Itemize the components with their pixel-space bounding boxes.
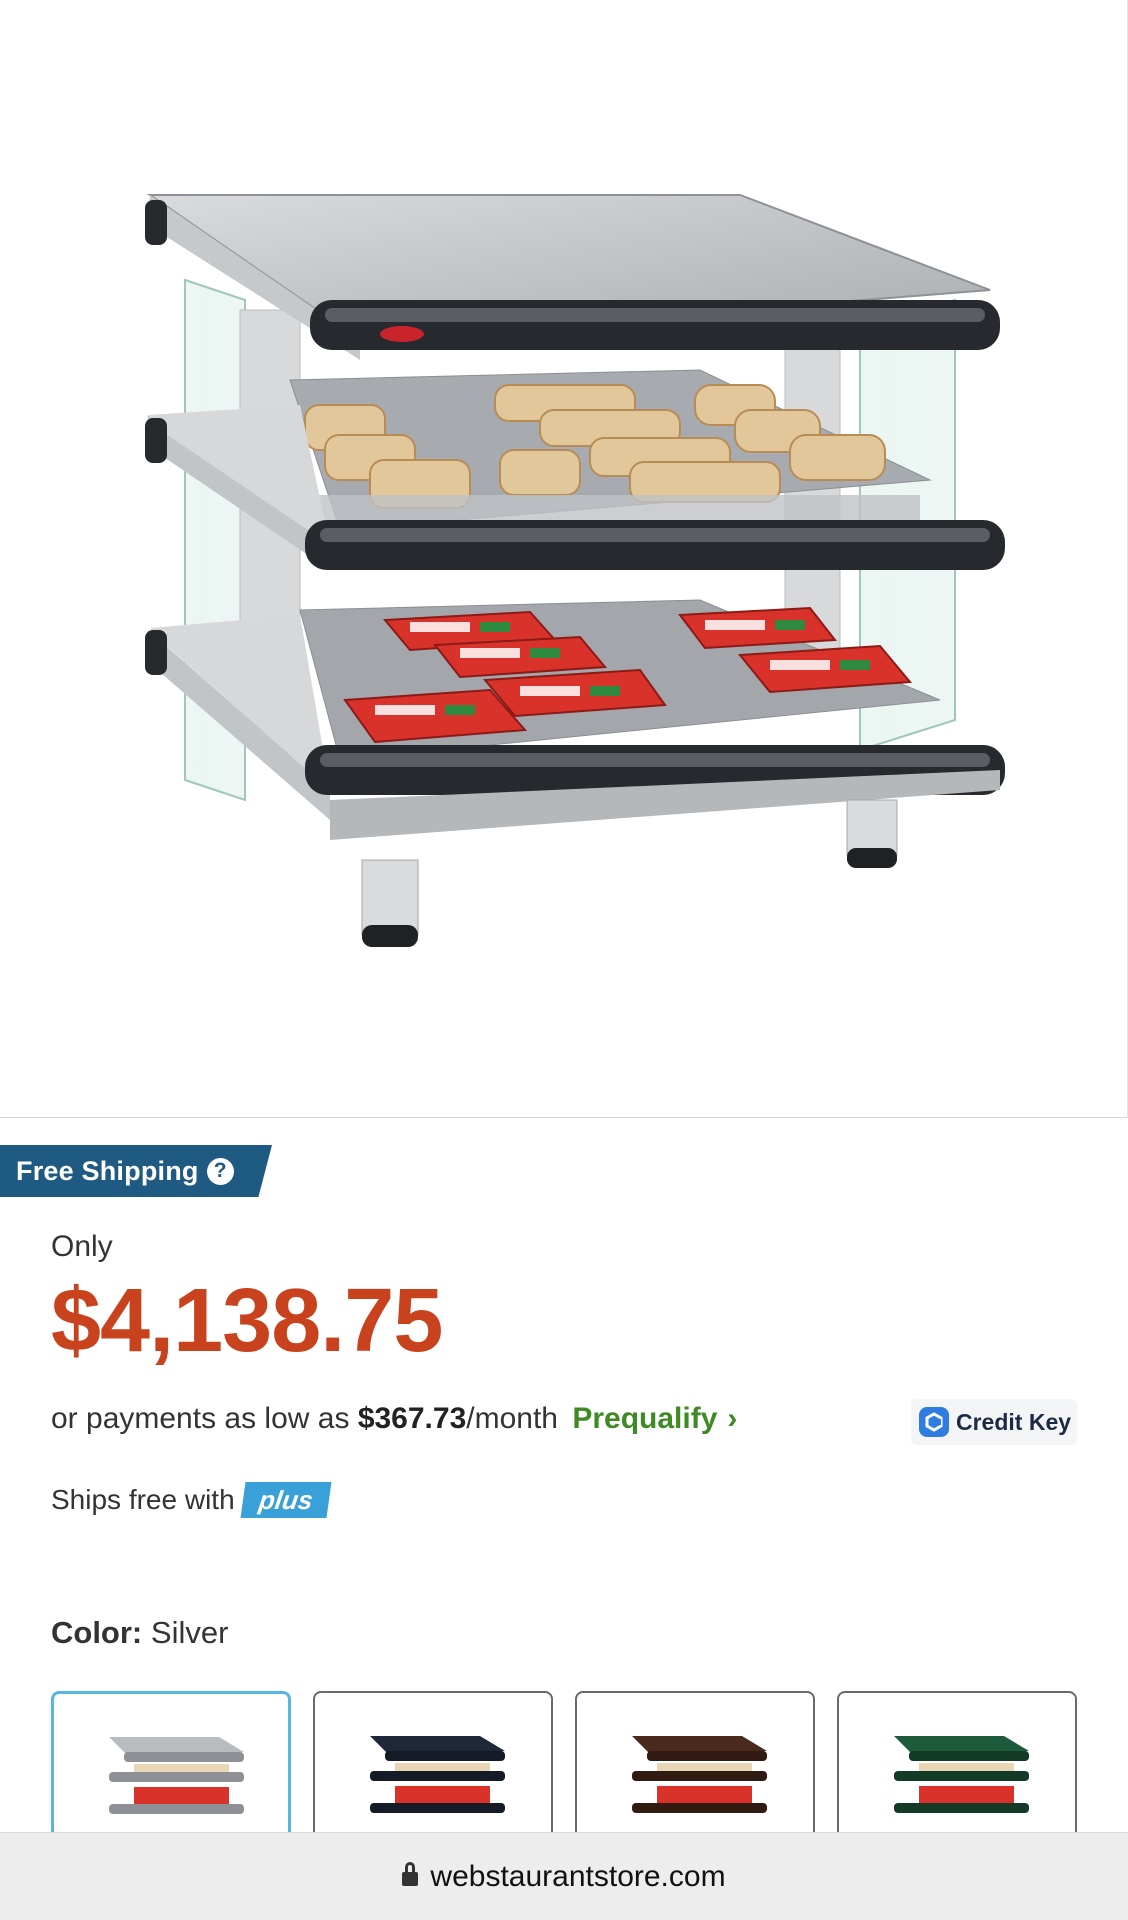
color-swatch-list <box>51 1691 1077 1841</box>
browser-url-bar[interactable]: webstaurantstore.com <box>0 1832 1128 1920</box>
color-swatch-navy[interactable] <box>313 1691 553 1841</box>
product-image[interactable] <box>0 0 1128 1118</box>
color-label-key: Color: <box>51 1615 143 1650</box>
price-prefix: Only <box>51 1230 113 1263</box>
swatch-brown-thumbnail <box>632 1736 767 1813</box>
color-swatch-brown[interactable] <box>575 1691 815 1841</box>
color-swatch-green[interactable] <box>837 1691 1077 1841</box>
ships-free-with-plus: Ships free with plus <box>51 1482 332 1518</box>
swatch-green-thumbnail <box>894 1736 1029 1813</box>
color-label: Color: Silver <box>51 1615 228 1651</box>
credit-key-logo-icon <box>919 1407 949 1437</box>
free-shipping-label: Free Shipping <box>16 1155 199 1186</box>
ships-free-text: Ships free with <box>51 1484 235 1515</box>
plus-badge[interactable]: plus <box>240 1482 332 1518</box>
credit-key-badge[interactable]: Credit Key <box>911 1399 1077 1445</box>
payments-text: or payments as low as <box>51 1402 350 1435</box>
product-price: $4,138.75 <box>51 1271 443 1371</box>
chevron-right-icon[interactable]: › <box>727 1402 737 1435</box>
url-text: webstaurantstore.com <box>430 1859 726 1893</box>
credit-key-label: Credit Key <box>956 1408 1072 1435</box>
payment-options: or payments as low as $367.73/month Preq… <box>51 1402 737 1436</box>
swatch-silver-thumbnail <box>109 1737 244 1814</box>
free-shipping-tag[interactable]: Free Shipping ? <box>0 1145 272 1197</box>
color-selected-value: Silver <box>150 1615 229 1650</box>
color-swatch-silver[interactable] <box>51 1691 291 1841</box>
heated-display-merchandiser-illustration <box>145 194 1005 947</box>
monthly-amount: $367.73 <box>357 1402 467 1435</box>
lock-icon <box>402 1861 419 1890</box>
monthly-suffix: /month <box>466 1402 558 1435</box>
swatch-navy-thumbnail <box>370 1736 505 1813</box>
help-icon[interactable]: ? <box>206 1157 234 1185</box>
prequalify-link[interactable]: Prequalify <box>572 1402 717 1435</box>
